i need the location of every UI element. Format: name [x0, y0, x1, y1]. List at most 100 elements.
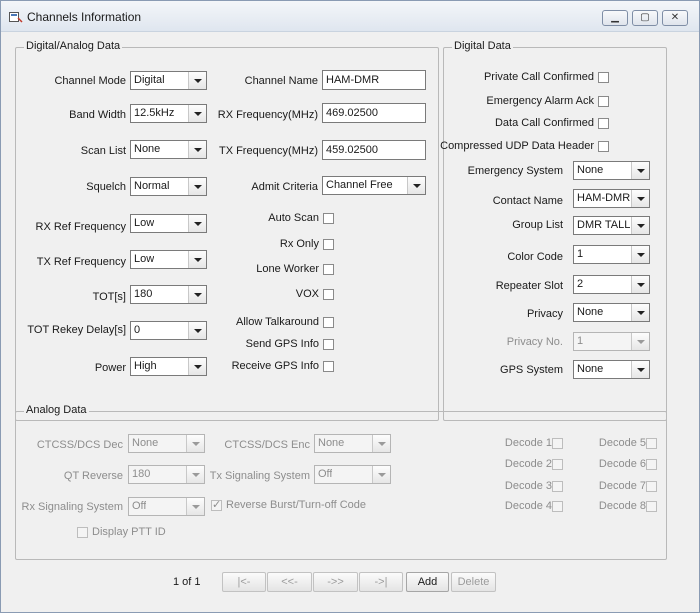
- decode-7-checkbox[interactable]: [646, 481, 657, 492]
- decode-4-checkbox[interactable]: [552, 501, 563, 512]
- rx-frequency-input[interactable]: 469.02500: [322, 103, 426, 123]
- qt-reverse-label: QT Reverse: [63, 470, 123, 482]
- allow-talkaround-checkbox[interactable]: [323, 317, 334, 328]
- close-icon: ✕: [670, 12, 680, 23]
- maximize-button[interactable]: ▢: [632, 10, 658, 26]
- first-page-button[interactable]: |<-: [222, 572, 266, 592]
- chevron-down-icon[interactable]: [188, 358, 206, 375]
- tx-ref-frequency-select[interactable]: Low: [130, 250, 207, 269]
- group-list-select[interactable]: DMR TALLIN: [573, 216, 650, 235]
- lone-worker-checkbox[interactable]: [323, 264, 334, 275]
- auto-scan-label: Auto Scan: [268, 212, 319, 224]
- chevron-down-icon[interactable]: [631, 304, 649, 321]
- close-button[interactable]: ✕: [662, 10, 688, 26]
- admit-criteria-select[interactable]: Channel Free: [322, 176, 426, 195]
- vox-checkbox[interactable]: [323, 289, 334, 300]
- rx-ref-frequency-select[interactable]: Low: [130, 214, 207, 233]
- qt-reverse-select[interactable]: 180: [128, 465, 205, 484]
- chevron-down-icon[interactable]: [631, 190, 649, 207]
- private-call-confirmed-label: Private Call Confirmed: [483, 71, 594, 83]
- chevron-down-icon[interactable]: [188, 251, 206, 268]
- rx-signaling-select[interactable]: Off: [128, 497, 205, 516]
- channel-mode-select[interactable]: Digital: [130, 71, 207, 90]
- color-code-select[interactable]: 1: [573, 245, 650, 264]
- color-code-label: Color Code: [507, 251, 563, 263]
- band-width-select[interactable]: 12.5kHz: [130, 104, 207, 123]
- tx-signaling-select[interactable]: Off: [314, 465, 391, 484]
- tot-select[interactable]: 180: [130, 285, 207, 304]
- squelch-select[interactable]: Normal: [130, 177, 207, 196]
- privacy-no-select[interactable]: 1: [573, 332, 650, 351]
- chevron-down-icon[interactable]: [188, 286, 206, 303]
- chevron-down-icon[interactable]: [188, 72, 206, 89]
- chevron-down-icon[interactable]: [372, 435, 390, 452]
- digital-data-legend: Digital Data: [452, 40, 513, 52]
- lone-worker-label: Lone Worker: [256, 263, 319, 275]
- chevron-down-icon[interactable]: [631, 217, 649, 234]
- send-gps-info-checkbox[interactable]: [323, 339, 334, 350]
- power-value: High: [134, 360, 157, 372]
- chevron-down-icon[interactable]: [188, 215, 206, 232]
- chevron-down-icon[interactable]: [631, 361, 649, 378]
- emergency-alarm-ack-label: Emergency Alarm Ack: [486, 95, 594, 107]
- repeater-slot-value: 2: [577, 278, 584, 290]
- ctcss-enc-value: None: [318, 437, 345, 449]
- contact-name-select[interactable]: HAM-DMR: [573, 189, 650, 208]
- scan-list-select[interactable]: None: [130, 140, 207, 159]
- add-button[interactable]: Add: [406, 572, 449, 592]
- tot-value: 180: [134, 288, 153, 300]
- chevron-down-icon[interactable]: [631, 162, 649, 179]
- qt-reverse-value: 180: [132, 468, 151, 480]
- contact-name-value: HAM-DMR: [577, 192, 631, 204]
- privacy-select[interactable]: None: [573, 303, 650, 322]
- next-page-button[interactable]: ->>: [313, 572, 358, 592]
- chevron-down-icon[interactable]: [631, 276, 649, 293]
- tx-frequency-label: TX Frequency(MHz): [218, 145, 318, 157]
- private-call-confirmed-checkbox[interactable]: [598, 72, 609, 83]
- channel-name-input[interactable]: HAM-DMR: [322, 70, 426, 90]
- chevron-down-icon[interactable]: [186, 466, 204, 483]
- repeater-slot-select[interactable]: 2: [573, 275, 650, 294]
- decode-3-checkbox[interactable]: [552, 481, 563, 492]
- tx-frequency-input[interactable]: 459.02500: [322, 140, 426, 160]
- decode-2-checkbox[interactable]: [552, 459, 563, 470]
- chevron-down-icon[interactable]: [188, 322, 206, 339]
- gps-system-select[interactable]: None: [573, 360, 650, 379]
- minimize-button[interactable]: ▁: [602, 10, 628, 26]
- chevron-down-icon[interactable]: [188, 141, 206, 158]
- tot-rekey-delay-select[interactable]: 0: [130, 321, 207, 340]
- rx-only-checkbox[interactable]: [323, 239, 334, 250]
- decode-5-checkbox[interactable]: [646, 438, 657, 449]
- chevron-down-icon[interactable]: [186, 498, 204, 515]
- privacy-no-value: 1: [577, 335, 584, 347]
- compressed-udp-checkbox[interactable]: [598, 141, 609, 152]
- prev-page-button[interactable]: <<-: [267, 572, 312, 592]
- emergency-alarm-ack-checkbox[interactable]: [598, 96, 609, 107]
- maximize-icon: ▢: [640, 12, 650, 23]
- power-select[interactable]: High: [130, 357, 207, 376]
- tx-signaling-value: Off: [318, 468, 333, 480]
- channel-mode-value: Digital: [134, 74, 165, 86]
- decode-6-checkbox[interactable]: [646, 459, 657, 470]
- chevron-down-icon[interactable]: [188, 178, 206, 195]
- receive-gps-info-checkbox[interactable]: [323, 361, 334, 372]
- data-call-confirmed-checkbox[interactable]: [598, 118, 609, 129]
- decode-8-checkbox[interactable]: [646, 501, 657, 512]
- display-ptt-id-checkbox[interactable]: [77, 527, 88, 538]
- chevron-down-icon[interactable]: [631, 333, 649, 350]
- ctcss-dec-select[interactable]: None: [128, 434, 205, 453]
- last-page-button[interactable]: ->|: [359, 572, 403, 592]
- chevron-down-icon[interactable]: [372, 466, 390, 483]
- ctcss-enc-select[interactable]: None: [314, 434, 391, 453]
- rx-ref-frequency-label: RX Ref Frequency: [35, 221, 126, 233]
- chevron-down-icon[interactable]: [631, 246, 649, 263]
- auto-scan-checkbox[interactable]: [323, 213, 334, 224]
- delete-button[interactable]: Delete: [451, 572, 496, 592]
- reverse-burst-checkbox[interactable]: [211, 498, 222, 511]
- emergency-system-select[interactable]: None: [573, 161, 650, 180]
- chevron-down-icon[interactable]: [188, 105, 206, 122]
- decode-7-label: Decode 7: [598, 480, 646, 492]
- chevron-down-icon[interactable]: [186, 435, 204, 452]
- decode-1-checkbox[interactable]: [552, 438, 563, 449]
- chevron-down-icon[interactable]: [407, 177, 425, 194]
